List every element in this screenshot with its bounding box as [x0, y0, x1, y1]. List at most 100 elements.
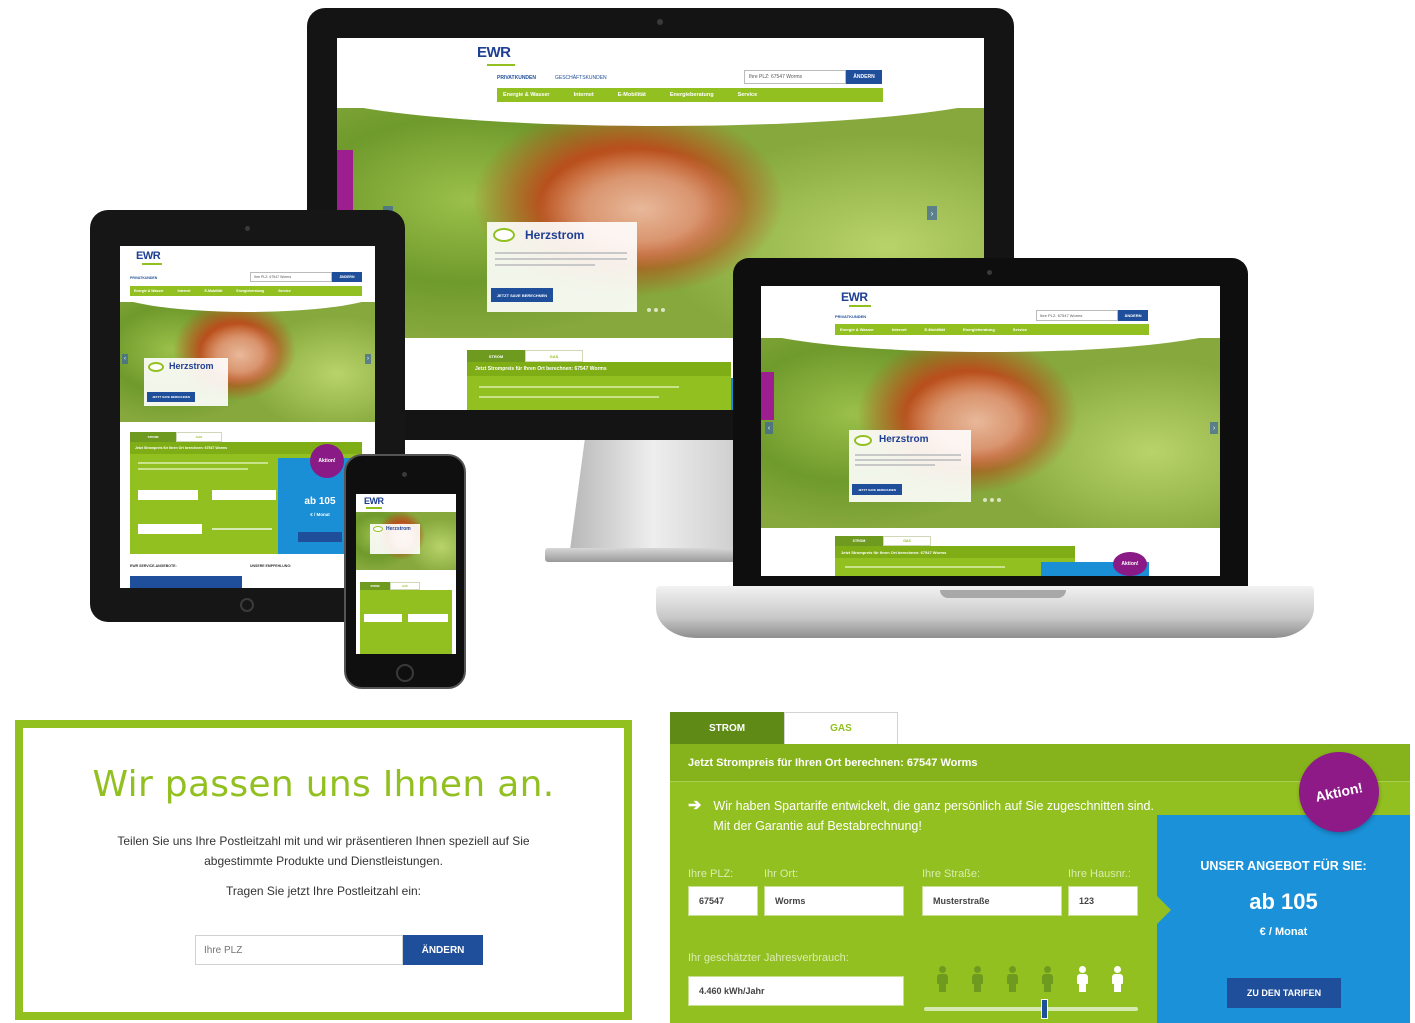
nav-item-energie[interactable]: Energie & Wasser [840, 327, 874, 332]
plz-change-button[interactable]: ÄNDERN [1118, 310, 1148, 321]
offer-pointer [1157, 896, 1171, 924]
promo-cta-button[interactable]: JETZT SAVE BERECHNEN [147, 392, 195, 402]
arrow-right-icon: ➔ [688, 797, 702, 814]
promo-cta-button[interactable]: JETZT SAVE BERECHNEN [491, 288, 553, 302]
ort-field[interactable] [764, 886, 904, 916]
strasse-field[interactable] [922, 886, 1062, 916]
usage-slider-handle[interactable] [1040, 999, 1048, 1019]
plz-change-button[interactable]: ÄNDERN [332, 272, 362, 282]
nav-item-internet[interactable]: Internet [178, 289, 191, 293]
subnav-privatkunden[interactable]: PRIVATKUNDEN [497, 75, 536, 81]
herzstrom-promo: Herzstrom [370, 524, 420, 554]
energy-tabs: STROM GAS [467, 350, 583, 362]
person-icon[interactable] [1074, 966, 1092, 992]
plz-label: Ihre PLZ: [688, 868, 734, 880]
promo-text-line [855, 459, 961, 461]
slider-next-icon[interactable]: › [927, 206, 937, 220]
tab-gas[interactable]: GAS [390, 582, 420, 590]
plz-card-title: Wir passen uns Ihnen an. [92, 764, 555, 805]
plz-field[interactable] [138, 490, 198, 500]
service-section-title: EWR SERVICE-ANGEBOTE: [130, 564, 177, 568]
nav-item-service[interactable]: Service [738, 92, 758, 98]
energy-tabs: STROM GAS [670, 712, 898, 744]
tab-strom[interactable]: STROM [835, 536, 883, 546]
home-button[interactable] [396, 664, 414, 682]
slider-next-icon[interactable]: › [1210, 422, 1218, 434]
plz-field[interactable] [364, 614, 402, 622]
phone-screen: EWR Herzstrom STROM GAS [356, 494, 456, 654]
tab-strom[interactable]: STROM [360, 582, 390, 590]
calculator-intro-line [479, 396, 659, 398]
plz-change-button[interactable]: ÄNDERN [846, 70, 882, 84]
slider-prev-icon[interactable]: ‹ [765, 422, 773, 434]
promo-text-line [495, 252, 627, 254]
person-icon-head [1114, 966, 1121, 973]
nav-item-emobilitaet[interactable]: E-Mobilität [618, 92, 646, 98]
plz-search-input[interactable]: Ihre PLZ: 67547 Worms [744, 70, 846, 84]
slider-prev-icon[interactable]: ‹ [122, 354, 128, 364]
tab-gas[interactable]: GAS [525, 350, 583, 362]
slider-dots[interactable] [983, 498, 1001, 502]
person-icon-legs [974, 983, 981, 992]
person-icon[interactable] [934, 966, 952, 992]
person-icon[interactable] [1004, 966, 1022, 992]
tab-strom[interactable]: STROM [670, 712, 784, 744]
tab-strom[interactable]: STROM [467, 350, 525, 362]
nav-item-energieberatung[interactable]: Energieberatung [236, 289, 264, 293]
plz-search-input[interactable]: Ihre PLZ: 67547 Worms [1036, 310, 1118, 321]
subnav-geschaeftskunden[interactable]: GESCHÄFTSKUNDEN [555, 75, 607, 81]
verbrauch-field[interactable] [688, 976, 904, 1006]
ewr-logo: EWR [364, 496, 384, 506]
ewr-logo: EWR [841, 290, 868, 304]
nav-item-internet[interactable]: Internet [574, 92, 594, 98]
tab-strom[interactable]: STROM [130, 432, 176, 442]
usage-slider[interactable] [212, 528, 272, 530]
nav-item-energie[interactable]: Energie & Wasser [503, 92, 550, 98]
zu-den-tarifen-button[interactable]: ZU DEN TARIFEN [1227, 978, 1341, 1008]
slider-next-icon[interactable]: › [365, 354, 371, 364]
calculator-preview: Jetzt Strompreis für Ihren Ort berechnen… [467, 362, 731, 410]
offer-button[interactable] [298, 532, 342, 542]
nav-item-service[interactable]: Service [278, 289, 290, 293]
subnav-privatkunden[interactable]: PRIVATKUNDEN [835, 314, 866, 319]
home-button[interactable] [240, 598, 254, 612]
main-navigation: Energie & Wasser Internet E-Mobilität En… [130, 286, 362, 296]
verbrauch-label: Ihr geschätzter Jahresverbrauch: [688, 952, 849, 964]
hero-wave [337, 108, 984, 126]
person-icon-head [1044, 966, 1051, 973]
hero-wave [761, 338, 1220, 352]
promo-cta-button[interactable]: JETZT SAVE BERECHNEN [852, 484, 902, 495]
slider-dots[interactable] [647, 308, 665, 312]
nav-item-service[interactable]: Service [1013, 327, 1027, 332]
subnav-privatkunden[interactable]: PRIVATKUNDEN [130, 276, 157, 280]
nav-item-emobilitaet[interactable]: E-Mobilität [925, 327, 945, 332]
tab-gas[interactable]: GAS [784, 712, 898, 744]
plz-field[interactable] [688, 886, 758, 916]
kundenservice-tab[interactable] [337, 150, 353, 210]
kundenservice-tab[interactable] [761, 372, 774, 420]
nav-item-internet[interactable]: Internet [892, 327, 907, 332]
tab-gas[interactable]: GAS [176, 432, 222, 442]
person-icon[interactable] [1109, 966, 1127, 992]
plz-change-button[interactable]: ÄNDERN [403, 935, 483, 965]
nav-item-energieberatung[interactable]: Energieberatung [670, 92, 714, 98]
person-icon[interactable] [1039, 966, 1057, 992]
plz-input[interactable] [195, 935, 403, 965]
nav-item-energieberatung[interactable]: Energieberatung [963, 327, 995, 332]
hausnr-field[interactable] [1068, 886, 1138, 916]
nav-item-emobilitaet[interactable]: E-Mobilität [204, 289, 222, 293]
verbrauch-field[interactable] [138, 524, 202, 534]
calculator-header: Jetzt Strompreis für Ihren Ort berechnen… [835, 546, 1075, 558]
tab-gas[interactable]: GAS [883, 536, 931, 546]
energy-tabs: STROM GAS [130, 432, 222, 442]
nav-item-energie[interactable]: Energie & Wasser [134, 289, 164, 293]
strasse-field[interactable] [212, 490, 276, 500]
person-icon[interactable] [969, 966, 987, 992]
ort-field[interactable] [408, 614, 448, 622]
webcam-icon [657, 19, 663, 25]
energy-tabs: STROM GAS [835, 536, 931, 546]
webcam-icon [987, 270, 992, 275]
plz-search-input[interactable]: Ihre PLZ: 67547 Worms [250, 272, 332, 282]
usage-slider-track[interactable] [924, 1007, 1138, 1011]
main-navigation: Energie & Wasser Internet E-Mobilität En… [497, 88, 883, 102]
